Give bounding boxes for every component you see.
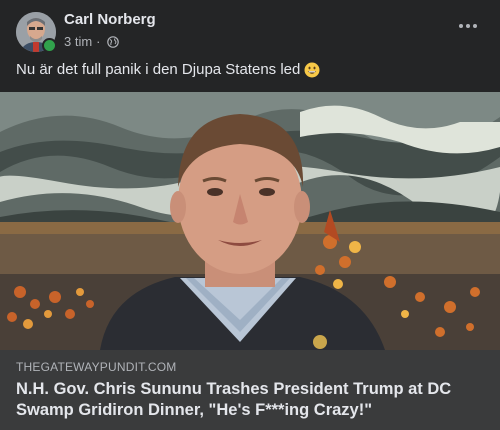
globe-icon[interactable] xyxy=(106,35,119,48)
more-options-icon[interactable] xyxy=(454,16,482,36)
feed-post: Carl Norberg 3 tim · Nu är det full pani… xyxy=(0,0,500,430)
link-headline[interactable]: N.H. Gov. Chris Sununu Trashes President… xyxy=(16,379,486,421)
post-header: Carl Norberg 3 tim · xyxy=(0,0,500,56)
author-avatar[interactable] xyxy=(16,12,57,53)
author-name[interactable]: Carl Norberg xyxy=(64,11,156,28)
meta-separator: · xyxy=(96,34,101,49)
post-time[interactable]: 3 tim xyxy=(64,34,92,49)
post-body: Nu är det full panik i den Djupa Statens… xyxy=(16,61,320,78)
link-preview-image[interactable] xyxy=(0,92,500,350)
post-text: Nu är det full panik i den Djupa Statens… xyxy=(16,61,301,78)
grinning-face-emoji xyxy=(304,62,320,78)
online-status-dot xyxy=(42,38,57,53)
post-meta: 3 tim · xyxy=(64,34,119,49)
link-domain: THEGATEWAYPUNDIT.COM xyxy=(16,360,177,374)
link-preview-box[interactable]: THEGATEWAYPUNDIT.COM N.H. Gov. Chris Sun… xyxy=(0,350,500,430)
